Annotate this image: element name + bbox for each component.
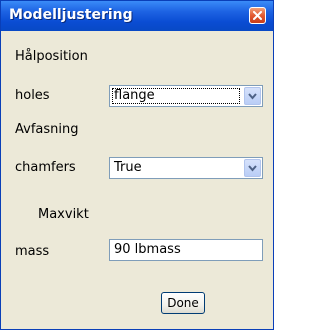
section-heading-max-weight: Maxvikt [38, 207, 89, 222]
done-button[interactable]: Done [161, 292, 205, 314]
close-button[interactable] [249, 7, 266, 24]
chevron-down-icon [248, 165, 257, 172]
section-heading-hole-position: Hålposition [15, 49, 88, 64]
chamfers-select[interactable]: True [109, 157, 263, 179]
section-heading-chamfer: Avfasning [15, 122, 79, 137]
chamfers-label: chamfers [15, 160, 76, 175]
holes-select[interactable]: flange [109, 85, 263, 107]
chamfers-dropdown-button[interactable] [244, 159, 261, 177]
holes-dropdown-button[interactable] [244, 87, 261, 105]
mass-input[interactable]: 90 lbmass [109, 239, 263, 261]
close-icon [253, 11, 262, 20]
mass-input-value: 90 lbmass [114, 242, 181, 257]
holes-select-value: flange [114, 88, 155, 103]
mass-label: mass [15, 244, 50, 259]
window-title: Modelljustering [9, 7, 133, 23]
chevron-down-icon [248, 93, 257, 100]
title-bar[interactable]: Modelljustering [1, 1, 273, 31]
holes-label: holes [15, 88, 50, 103]
dialog-window: Modelljustering Hålposition holes flange… [0, 0, 274, 330]
chamfers-select-value: True [114, 160, 142, 175]
